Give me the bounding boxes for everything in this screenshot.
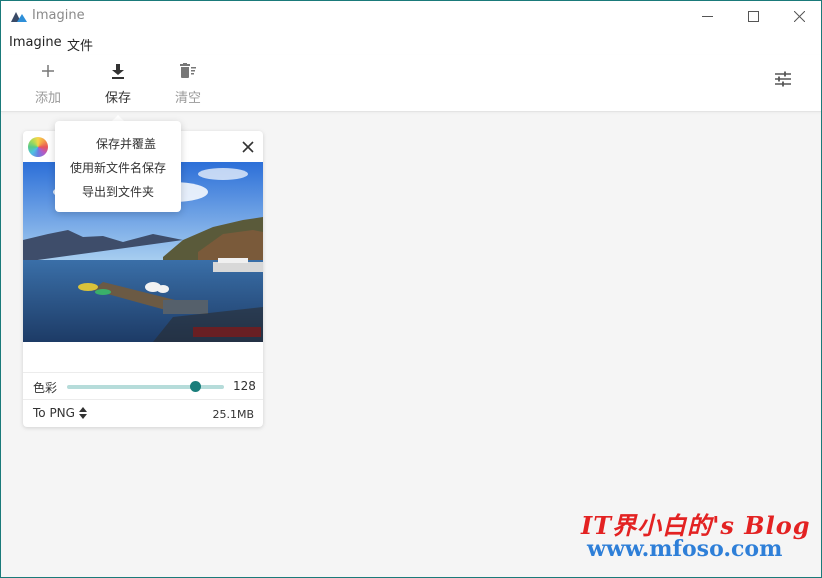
color-row: 色彩 128 (23, 372, 263, 399)
menu-bar: Imagine 文件 (1, 31, 821, 55)
settings-button[interactable] (774, 71, 798, 91)
color-value: 128 (233, 379, 256, 393)
color-label: 色彩 (33, 381, 58, 395)
clear-button[interactable]: 清空 (163, 61, 213, 107)
window-title: Imagine (32, 8, 85, 23)
export-folder-option[interactable]: 导出到文件夹 (55, 183, 181, 200)
menu-file[interactable]: 文件 (67, 35, 93, 54)
toolbar: 添加 保存 清空 (1, 55, 821, 112)
minimize-button[interactable] (684, 1, 730, 31)
format-row: To PNG 25.1MB (23, 399, 263, 427)
save-dropdown-menu: 保存并覆盖 使用新文件名保存 导出到文件夹 (55, 121, 181, 212)
app-window: Imagine Imagine 文件 添加 保存 清空 色彩 128 To PN… (0, 0, 822, 578)
format-select[interactable]: To PNG (33, 406, 87, 420)
color-slider-thumb[interactable] (190, 381, 202, 392)
card-close-icon[interactable] (241, 140, 255, 154)
format-label: To PNG (33, 406, 75, 420)
maximize-button[interactable] (730, 1, 776, 31)
save-label: 保存 (104, 91, 131, 106)
close-window-button[interactable] (776, 1, 821, 31)
app-logo-icon (11, 12, 27, 22)
plus-icon (42, 65, 54, 77)
sort-arrows-icon (78, 407, 87, 419)
maximize-icon (747, 10, 759, 22)
watermark-url: www.mfoso.com (587, 536, 783, 562)
menu-imagine[interactable]: Imagine (9, 35, 62, 50)
clear-label: 清空 (174, 91, 201, 106)
title-bar: Imagine (1, 1, 821, 31)
file-size: 25.1MB (212, 408, 254, 421)
download-icon (112, 64, 124, 79)
save-button[interactable]: 保存 (93, 61, 143, 107)
minimize-icon (701, 15, 713, 17)
color-wheel-icon (28, 137, 48, 157)
save-overwrite-option[interactable]: 保存并覆盖 (63, 135, 189, 152)
settings-sliders-icon (775, 71, 791, 87)
trash-icon (180, 63, 196, 78)
add-label: 添加 (34, 91, 61, 106)
add-button[interactable]: 添加 (23, 61, 73, 107)
close-icon (793, 10, 805, 22)
save-as-new-option[interactable]: 使用新文件名保存 (55, 159, 181, 176)
